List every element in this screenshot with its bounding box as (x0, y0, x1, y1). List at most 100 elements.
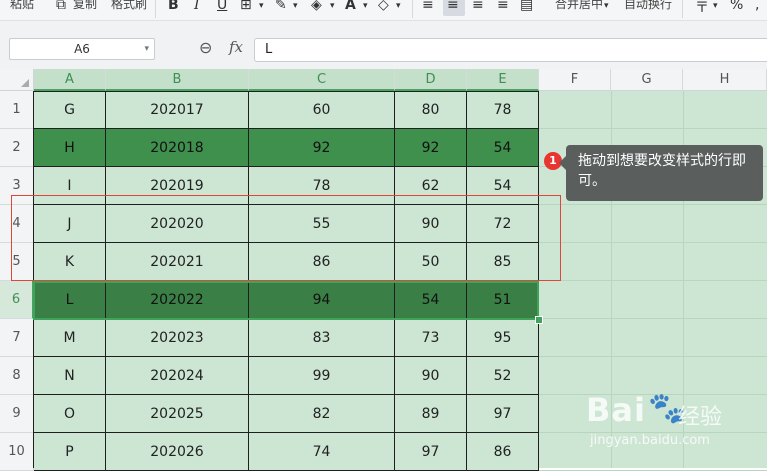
copy-button[interactable]: 复制 (73, 0, 97, 12)
row-header-6[interactable]: 6 (0, 281, 34, 319)
chevron-down-icon[interactable]: ▾ (713, 1, 718, 11)
cell-c2[interactable]: 92 (249, 129, 395, 167)
cell-a10[interactable]: P (34, 433, 106, 471)
cell-e8[interactable]: 52 (467, 357, 539, 395)
cell-a8[interactable]: N (34, 357, 106, 395)
italic-icon[interactable]: I (194, 0, 200, 13)
formula-bar: A6 ▾ ⊖ fx L (0, 21, 767, 69)
cell-b7[interactable]: 202023 (106, 319, 249, 357)
comma-style-icon[interactable]: , (755, 0, 759, 13)
distributed-icon[interactable]: ▤ (520, 0, 533, 13)
cell-e10[interactable]: 86 (467, 433, 539, 471)
annotation-highlight-box (11, 195, 561, 281)
cell-b2[interactable]: 202018 (106, 129, 249, 167)
row-header-7[interactable]: 7 (0, 319, 34, 357)
watermark: Bai 🐾 经验 jingyan.baidu.com (586, 385, 761, 465)
number-format-icon[interactable]: 〒 (695, 0, 709, 17)
auto-wrap-button[interactable]: 自动换行 (624, 0, 672, 12)
toolbar-divider (155, 0, 156, 18)
align-center-icon[interactable]: ≡ (447, 0, 459, 13)
selection-outline (33, 281, 539, 320)
watermark-brand: 经验 (678, 405, 723, 430)
cell-e1[interactable]: 78 (467, 91, 539, 129)
fill-handle[interactable] (535, 316, 543, 324)
chevron-down-icon[interactable]: ▾ (259, 1, 264, 11)
cell-d10[interactable]: 97 (395, 433, 467, 471)
cell-a2[interactable]: H (34, 129, 106, 167)
justify-icon[interactable]: ≡ (497, 0, 509, 13)
chevron-down-icon[interactable]: ▾ (396, 1, 401, 11)
cell-c10[interactable]: 74 (249, 433, 395, 471)
cell-e7[interactable]: 95 (467, 319, 539, 357)
fill-color-icon[interactable]: ◈ (311, 0, 322, 13)
border-icon[interactable]: ⊞ (240, 0, 252, 13)
bold-icon[interactable]: B (168, 0, 179, 13)
gridline (539, 242, 767, 243)
font-color-icon[interactable]: A (345, 0, 356, 13)
cell-d9[interactable]: 89 (395, 395, 467, 433)
chevron-down-icon[interactable]: ▾ (330, 1, 335, 11)
select-all-corner[interactable] (0, 69, 34, 91)
fx-icon[interactable]: fx (229, 38, 243, 56)
chevron-down-icon[interactable]: ▾ (363, 1, 368, 11)
copy-icon: ⧉ (56, 0, 66, 13)
cell-reference: A6 (74, 42, 90, 56)
cell-b10[interactable]: 202026 (106, 433, 249, 471)
gridline (539, 204, 767, 205)
row-header-8[interactable]: 8 (0, 357, 34, 395)
table-border (33, 91, 539, 92)
toolbar-divider (682, 0, 683, 18)
cell-e9[interactable]: 97 (467, 395, 539, 433)
paste-button[interactable]: 粘贴 (10, 0, 34, 12)
merge-center-button[interactable]: 合并居中 (555, 0, 603, 12)
cell-a7[interactable]: M (34, 319, 106, 357)
cell-b9[interactable]: 202025 (106, 395, 249, 433)
column-header-h[interactable]: H (683, 69, 767, 91)
align-left-icon[interactable]: ≡ (422, 0, 434, 13)
gridline (539, 280, 767, 281)
cell-d8[interactable]: 90 (395, 357, 467, 395)
watermark-url: jingyan.baidu.com (590, 433, 710, 448)
cell-d2[interactable]: 92 (395, 129, 467, 167)
row-header-1[interactable]: 1 (0, 91, 34, 129)
column-header-d[interactable]: D (395, 69, 467, 91)
column-header-e[interactable]: E (467, 69, 539, 91)
cell-e2[interactable]: 54 (467, 129, 539, 167)
toolbar-ribbon: 粘贴 ⧉ 复制 格式刷 B I U ⊞ ▾ ✎ ▾ ◈ ▾ A ▾ ◇ ▾ ≡ … (0, 0, 767, 21)
column-header-c[interactable]: C (249, 69, 395, 91)
cell-c9[interactable]: 82 (249, 395, 395, 433)
cell-d1[interactable]: 80 (395, 91, 467, 129)
clear-icon[interactable]: ◇ (378, 0, 389, 13)
formula-input[interactable]: L (254, 38, 767, 62)
column-header-b[interactable]: B (106, 69, 249, 91)
cell-b1[interactable]: 202017 (106, 91, 249, 129)
column-header-g[interactable]: G (611, 69, 683, 91)
align-right-icon[interactable]: ≡ (472, 0, 484, 13)
gridline (539, 318, 767, 319)
cell-c7[interactable]: 83 (249, 319, 395, 357)
zoom-icon[interactable]: ⊖ (199, 38, 212, 57)
cell-b8[interactable]: 202024 (106, 357, 249, 395)
cell-a1[interactable]: G (34, 91, 106, 129)
baidu-logo: Bai (586, 391, 646, 429)
chevron-down-icon[interactable]: ▾ (293, 1, 298, 11)
cell-c8[interactable]: 99 (249, 357, 395, 395)
cell-d7[interactable]: 73 (395, 319, 467, 357)
column-header-f[interactable]: F (539, 69, 611, 91)
erase-format-icon[interactable]: ✎ (275, 0, 287, 13)
instruction-callout: 拖动到想要改变样式的行即可。 (559, 145, 763, 201)
column-header-a[interactable]: A (34, 69, 106, 91)
cell-c1[interactable]: 60 (249, 91, 395, 129)
gridline (539, 128, 767, 129)
row-header-9[interactable]: 9 (0, 395, 34, 433)
row-header-10[interactable]: 10 (0, 433, 34, 471)
row-header-2[interactable]: 2 (0, 129, 34, 167)
toolbar-divider (412, 0, 413, 18)
format-painter-button[interactable]: 格式刷 (111, 0, 147, 12)
name-box[interactable]: A6 ▾ (9, 38, 155, 60)
cell-a9[interactable]: O (34, 395, 106, 433)
chevron-down-icon[interactable]: ▾ (604, 1, 609, 11)
underline-icon[interactable]: U (217, 0, 227, 13)
percent-icon[interactable]: % (730, 0, 743, 13)
chevron-down-icon[interactable]: ▾ (144, 39, 149, 59)
